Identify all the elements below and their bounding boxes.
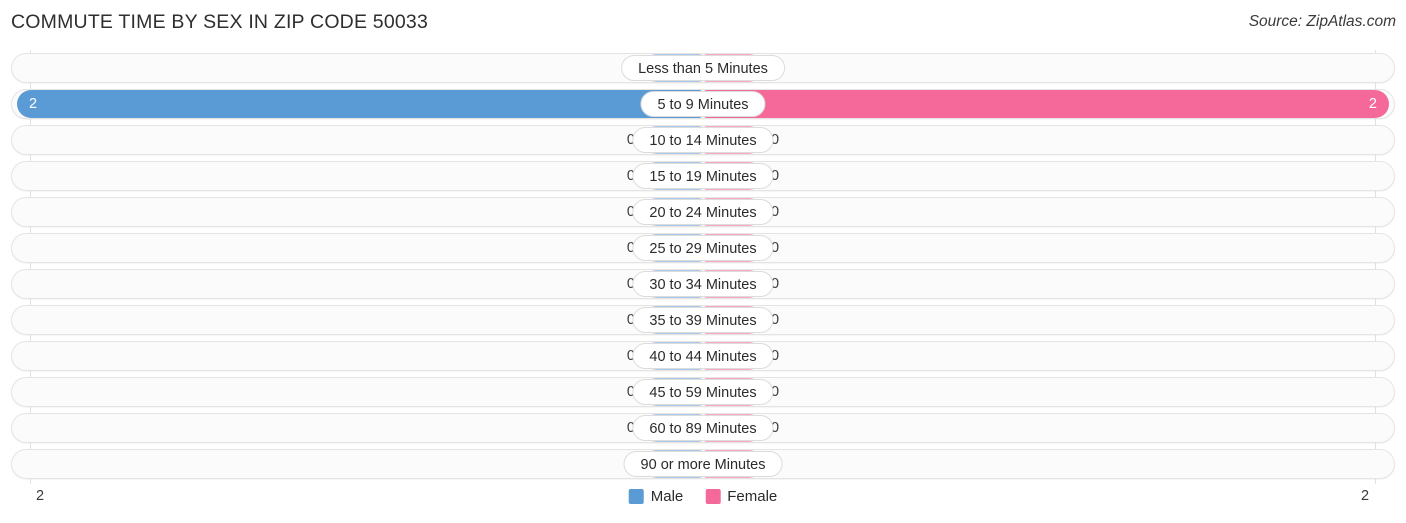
category-label: 5 to 9 Minutes bbox=[640, 91, 766, 117]
table-row[interactable]: 000045 to 59 Minutes bbox=[11, 377, 1395, 407]
table-row[interactable]: 22225 to 9 Minutes bbox=[11, 89, 1395, 119]
table-row[interactable]: 000030 to 34 Minutes bbox=[11, 269, 1395, 299]
bar-male-value: 2 bbox=[29, 96, 38, 112]
category-label: 30 to 34 Minutes bbox=[632, 271, 774, 297]
bar-female[interactable]: 2 bbox=[703, 90, 1389, 118]
table-row[interactable]: 0000Less than 5 Minutes bbox=[11, 53, 1395, 83]
category-label: 10 to 14 Minutes bbox=[632, 127, 774, 153]
chart-plot-area: 0000Less than 5 Minutes22225 to 9 Minute… bbox=[0, 50, 1406, 484]
table-row[interactable]: 000090 or more Minutes bbox=[11, 449, 1395, 479]
table-row[interactable]: 000015 to 19 Minutes bbox=[11, 161, 1395, 191]
legend-item[interactable]: Female bbox=[705, 488, 777, 505]
chart-legend: Male Female bbox=[628, 488, 777, 505]
category-label: Less than 5 Minutes bbox=[621, 55, 785, 81]
category-label: 90 or more Minutes bbox=[623, 451, 783, 477]
table-row[interactable]: 000060 to 89 Minutes bbox=[11, 413, 1395, 443]
axis-tick-left: 2 bbox=[36, 488, 45, 504]
legend-item[interactable]: Male bbox=[628, 488, 684, 505]
legend-label: Male bbox=[650, 488, 684, 505]
table-row[interactable]: 000020 to 24 Minutes bbox=[11, 197, 1395, 227]
legend-label: Female bbox=[727, 488, 778, 505]
category-label: 45 to 59 Minutes bbox=[632, 379, 774, 405]
category-label: 20 to 24 Minutes bbox=[632, 199, 774, 225]
page-title: COMMUTE TIME BY SEX IN ZIP CODE 50033 bbox=[11, 11, 429, 33]
category-label: 40 to 44 Minutes bbox=[632, 343, 774, 369]
legend-swatch-female-icon bbox=[705, 489, 721, 504]
category-label: 60 to 89 Minutes bbox=[632, 415, 774, 441]
table-row[interactable]: 000035 to 39 Minutes bbox=[11, 305, 1395, 335]
axis-tick-right: 2 bbox=[1361, 488, 1370, 504]
bar-male[interactable]: 2 bbox=[17, 90, 703, 118]
bar-female-value: 2 bbox=[1368, 96, 1377, 112]
legend-swatch-male-icon bbox=[628, 489, 644, 504]
category-label: 15 to 19 Minutes bbox=[632, 163, 774, 189]
table-row[interactable]: 000010 to 14 Minutes bbox=[11, 125, 1395, 155]
source-attribution: Source: ZipAtlas.com bbox=[1248, 13, 1396, 30]
chart-footer: 2 2 Male Female bbox=[0, 484, 1406, 516]
table-row[interactable]: 000025 to 29 Minutes bbox=[11, 233, 1395, 263]
category-label: 35 to 39 Minutes bbox=[632, 307, 774, 333]
chart-header: COMMUTE TIME BY SEX IN ZIP CODE 50033 So… bbox=[0, 0, 1406, 46]
category-label: 25 to 29 Minutes bbox=[632, 235, 774, 261]
table-row[interactable]: 000040 to 44 Minutes bbox=[11, 341, 1395, 371]
